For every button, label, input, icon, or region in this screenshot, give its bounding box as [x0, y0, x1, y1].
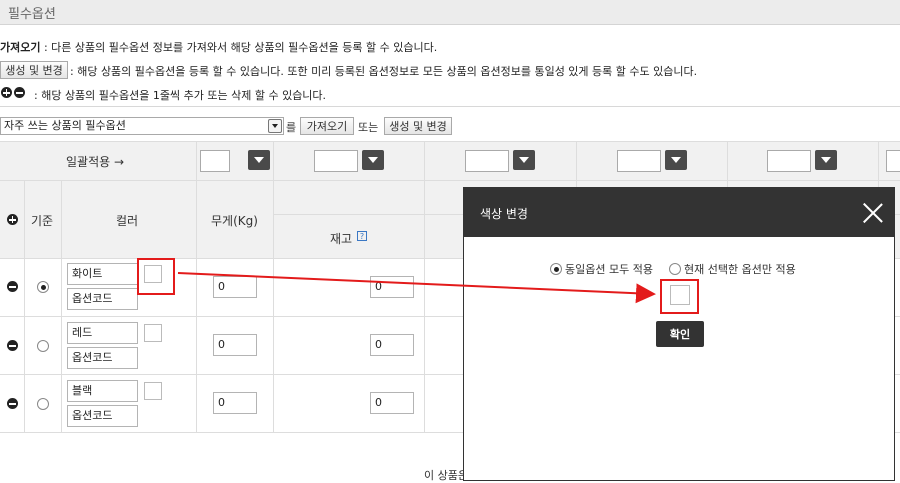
annotation-arrow	[177, 272, 656, 304]
